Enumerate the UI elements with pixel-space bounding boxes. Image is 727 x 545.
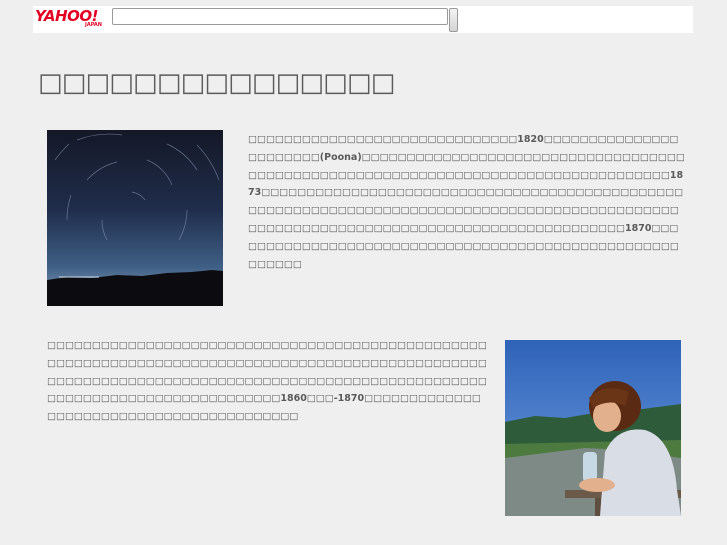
- search-button[interactable]: [449, 8, 458, 32]
- night-sky-photo: [47, 130, 223, 306]
- page-title: □□□□□□□□□□□□□□□: [38, 68, 395, 98]
- woman-with-water-photo: [505, 340, 681, 516]
- search-input[interactable]: [112, 8, 448, 25]
- logo-subtext: JAPAN: [85, 22, 102, 28]
- section2-text: □□□□□□□□□□□□□□□□□□□□□□□□□□□□□□□□□□□□□□□□…: [47, 340, 487, 423]
- yahoo-japan-logo[interactable]: YAHOO! JAPAN: [35, 8, 109, 30]
- top-search-bar: YAHOO! JAPAN: [33, 6, 693, 33]
- section1-text: □□□□□□□□□□□□□□□□□□□□□□□□□□□□□□1820□□□□□□…: [248, 134, 685, 270]
